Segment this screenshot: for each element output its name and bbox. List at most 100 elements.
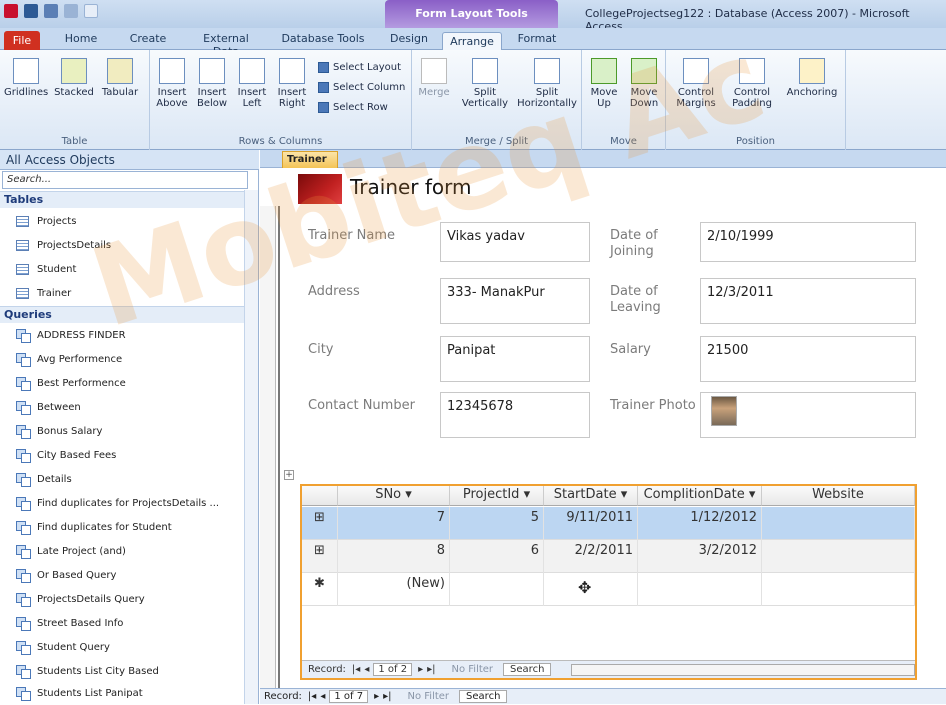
merge-button[interactable]: Merge	[416, 58, 452, 98]
first-record-icon[interactable]: |◂	[352, 664, 360, 675]
col-header-sno[interactable]: SNo ▾	[338, 486, 450, 506]
tab-file[interactable]: File	[4, 31, 40, 50]
nav-item-query[interactable]: ProjectsDetails Query	[0, 587, 245, 611]
last-record-icon[interactable]: ▸|	[383, 691, 391, 702]
subform-hscrollbar[interactable]	[571, 663, 915, 676]
insert-left-button[interactable]: Insert Left	[234, 58, 270, 109]
next-record-icon[interactable]: ▸	[374, 691, 379, 702]
no-filter-button[interactable]: No Filter	[408, 691, 450, 702]
cell-projectid[interactable]	[450, 573, 544, 606]
col-header-complitiondate[interactable]: ComplitionDate ▾	[638, 486, 762, 506]
nav-item-query[interactable]: Best Performence	[0, 371, 245, 395]
table-row[interactable]: ⊞ 8 6 2/2/2011 3/2/2012	[302, 540, 915, 573]
nav-item-table[interactable]: ProjectsDetails	[0, 233, 245, 257]
tab-trainer-form[interactable]: Trainer	[282, 151, 338, 168]
move-up-button[interactable]: Move Up	[586, 58, 622, 109]
cell-projectid[interactable]: 5	[450, 507, 544, 540]
date-of-joining-field[interactable]: 2/10/1999	[700, 222, 916, 262]
first-record-icon[interactable]: |◂	[308, 691, 316, 702]
last-record-icon[interactable]: ▸|	[427, 664, 435, 675]
insert-right-button[interactable]: Insert Right	[274, 58, 310, 109]
nav-item-query[interactable]: Or Based Query	[0, 563, 245, 587]
move-down-button[interactable]: Move Down	[626, 58, 662, 109]
tab-format[interactable]: Format	[512, 32, 562, 50]
nav-item-query[interactable]: Find duplicates for ProjectsDetails ...	[0, 491, 245, 515]
prev-record-icon[interactable]: ◂	[320, 691, 325, 702]
tab-external-data[interactable]: External Data	[190, 32, 262, 58]
col-header-startdate[interactable]: StartDate ▾	[544, 486, 638, 506]
nav-item-query[interactable]: Avg Performence	[0, 347, 245, 371]
select-row-button[interactable]: Select Row	[318, 102, 388, 113]
cell-sno[interactable]: 8	[338, 540, 450, 573]
cell-complitiondate[interactable]: 3/2/2012	[638, 540, 762, 573]
no-filter-button[interactable]: No Filter	[452, 664, 494, 675]
save-icon[interactable]	[24, 4, 38, 18]
undo-icon[interactable]	[44, 4, 58, 18]
nav-item-query[interactable]: Students List Panipat	[0, 681, 245, 705]
nav-item-query[interactable]: Students List City Based	[0, 659, 245, 683]
nav-header[interactable]: All Access Objects	[0, 150, 259, 170]
new-icon[interactable]	[84, 4, 98, 18]
redo-icon[interactable]	[64, 4, 78, 18]
cell-new[interactable]: (New)	[338, 573, 450, 606]
tab-home[interactable]: Home	[62, 32, 100, 50]
tab-design[interactable]: Design	[385, 32, 433, 50]
tab-create[interactable]: Create	[126, 32, 170, 50]
nav-item-query[interactable]: Details	[0, 467, 245, 491]
subform-search-input[interactable]: Search	[503, 663, 552, 676]
city-field[interactable]: Panipat	[440, 336, 590, 382]
table-row[interactable]: ⊞ 7 5 9/11/2011 1/12/2012	[302, 507, 915, 540]
cell-website[interactable]	[762, 540, 915, 573]
control-padding-button[interactable]: Control Padding	[724, 58, 780, 109]
cell-startdate[interactable]: 9/11/2011	[544, 507, 638, 540]
nav-item-table[interactable]: Trainer	[0, 281, 245, 305]
nav-search-input[interactable]: Search...	[2, 171, 248, 189]
nav-item-query[interactable]: ADDRESS FINDER	[0, 323, 245, 347]
cell-sno[interactable]: 7	[338, 507, 450, 540]
salary-field[interactable]: 21500	[700, 336, 916, 382]
expand-icon[interactable]: ⊞	[302, 507, 338, 540]
tab-database-tools[interactable]: Database Tools	[280, 32, 366, 50]
gridlines-button[interactable]: Gridlines	[4, 58, 48, 98]
insert-above-button[interactable]: Insert Above	[154, 58, 190, 109]
section-queries[interactable]: Queries	[0, 306, 245, 323]
nav-item-query[interactable]: Late Project (and)	[0, 539, 245, 563]
nav-item-query[interactable]: Bonus Salary	[0, 419, 245, 443]
nav-item-query[interactable]: Street Based Info	[0, 611, 245, 635]
tabular-button[interactable]: Tabular	[98, 58, 142, 98]
prev-record-icon[interactable]: ◂	[364, 664, 369, 675]
cell-startdate[interactable]: 2/2/2011	[544, 540, 638, 573]
trainer-name-field[interactable]: Vikas yadav	[440, 222, 590, 262]
date-of-leaving-field[interactable]: 12/3/2011	[700, 278, 916, 324]
nav-item-table[interactable]: Projects	[0, 209, 245, 233]
nav-item-query[interactable]: Find duplicates for Student	[0, 515, 245, 539]
cell-complitiondate[interactable]	[638, 573, 762, 606]
control-margins-button[interactable]: Control Margins	[670, 58, 722, 109]
expand-icon[interactable]: ⊞	[302, 540, 338, 573]
record-position[interactable]: 1 of 2	[373, 663, 413, 676]
next-record-icon[interactable]: ▸	[418, 664, 423, 675]
section-tables[interactable]: Tables	[0, 191, 245, 208]
nav-item-query[interactable]: City Based Fees	[0, 443, 245, 467]
cell-website[interactable]	[762, 507, 915, 540]
stacked-button[interactable]: Stacked	[52, 58, 96, 98]
layout-selector-icon[interactable]: +	[284, 470, 294, 480]
select-column-button[interactable]: Select Column	[318, 82, 405, 93]
col-header-projectid[interactable]: ProjectId ▾	[450, 486, 544, 506]
cell-projectid[interactable]: 6	[450, 540, 544, 573]
nav-item-table[interactable]: Student	[0, 257, 245, 281]
form-search-input[interactable]: Search	[459, 690, 508, 703]
tab-arrange[interactable]: Arrange	[442, 32, 502, 50]
new-record-row[interactable]: ✱ (New)	[302, 573, 915, 606]
split-horizontally-button[interactable]: Split Horizontally	[516, 58, 578, 109]
cell-complitiondate[interactable]: 1/12/2012	[638, 507, 762, 540]
address-field[interactable]: 333- ManakPur	[440, 278, 590, 324]
record-position[interactable]: 1 of 7	[329, 690, 369, 703]
select-layout-button[interactable]: Select Layout	[318, 62, 401, 73]
anchoring-button[interactable]: Anchoring	[784, 58, 840, 98]
nav-scrollbar[interactable]	[244, 190, 258, 704]
cell-website[interactable]	[762, 573, 915, 606]
nav-item-query[interactable]: Student Query	[0, 635, 245, 659]
contact-number-field[interactable]: 12345678	[440, 392, 590, 438]
col-header-website[interactable]: Website	[762, 486, 915, 506]
